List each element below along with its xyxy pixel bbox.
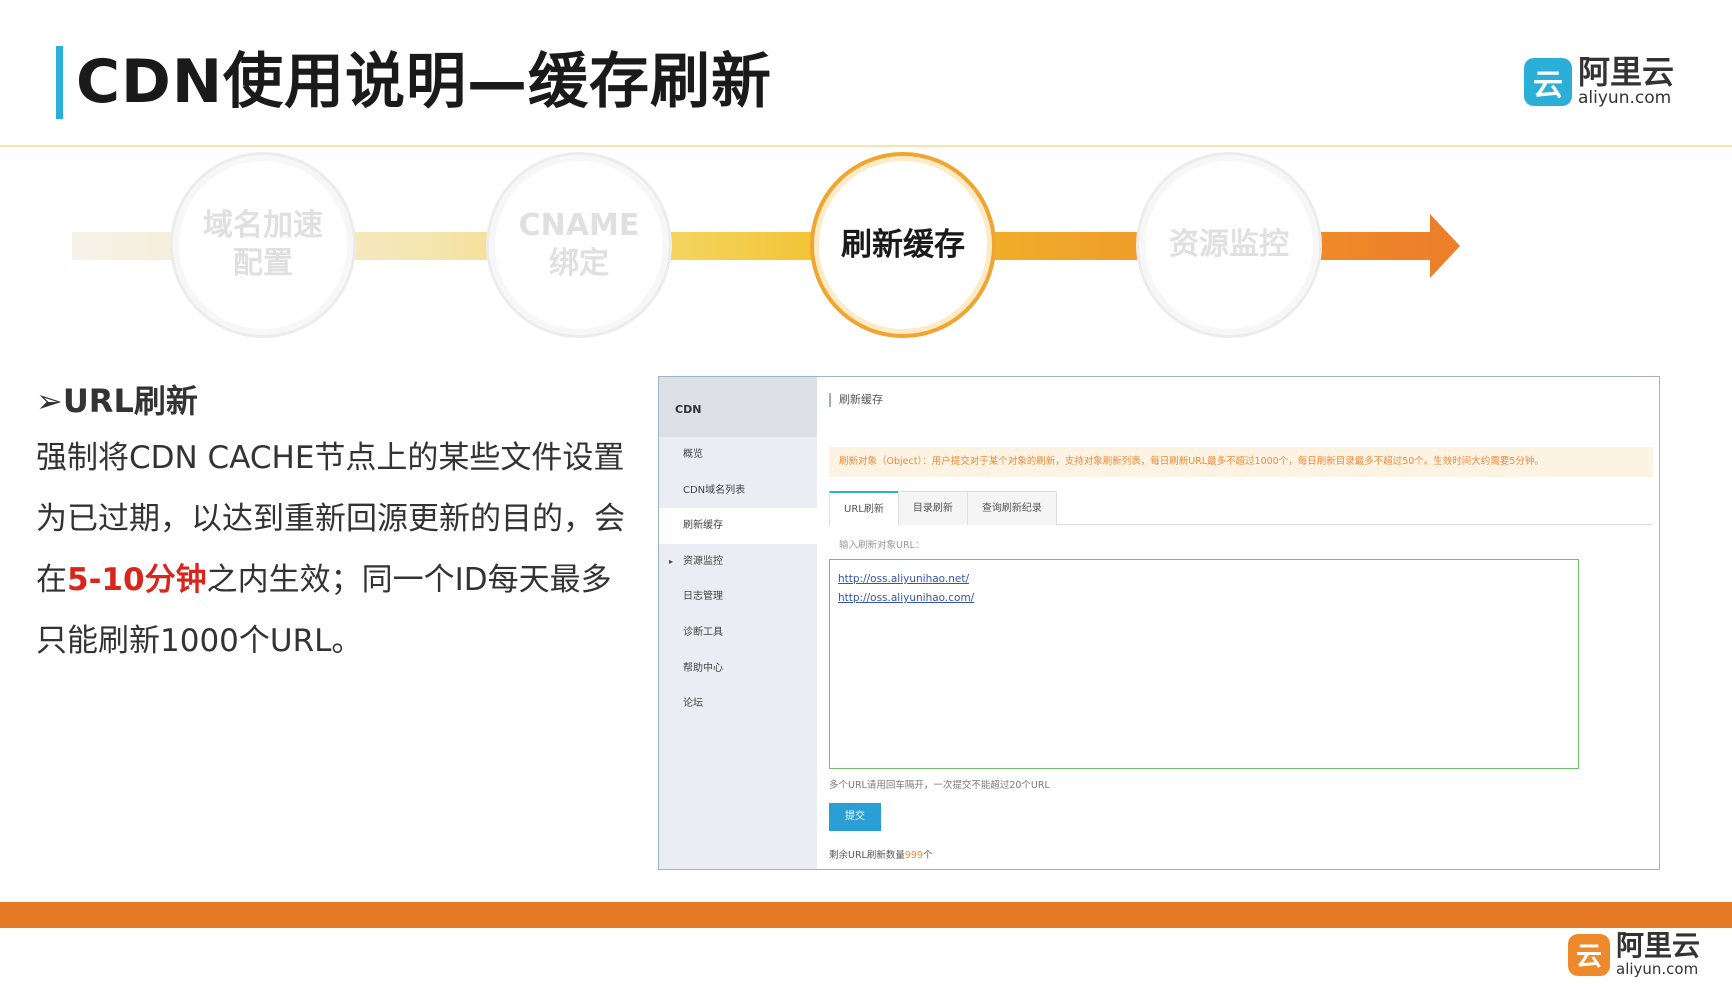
sidebar-item-label: 论坛 <box>683 698 703 710</box>
page-title: CDN使用说明—缓存刷新 <box>76 47 773 117</box>
remaining-quota: 剩余URL刷新数量999个 <box>829 847 933 861</box>
tab-bar: URL刷新 目录刷新 查询刷新纪录 <box>829 491 1653 526</box>
sidebar-item-label: 日志管理 <box>683 591 723 603</box>
aliyun-logo-icon: 云 <box>1568 933 1610 976</box>
console-sidebar: CDN 概览 CDN域名列表 刷新缓存 ▸ 资源监控 日志管理 诊断工具 帮助中心… <box>659 377 817 869</box>
url-entry: http://oss.aliyunihao.com/ <box>838 592 975 604</box>
sidebar-item-diagnostics[interactable]: 诊断工具 <box>659 615 817 651</box>
tab-url-refresh[interactable]: URL刷新 <box>829 491 899 526</box>
section-body: 强制将CDN CACHE节点上的某些文件设置为已过期，以达到重新回源更新的目的，… <box>36 428 636 672</box>
logo-text-en: aliyun.com <box>1578 88 1672 108</box>
flow-step-label: 资源监控 <box>1169 227 1289 262</box>
sidebar-item-domain-list[interactable]: CDN域名列表 <box>659 473 817 509</box>
input-hint: 多个URL请用回车隔开，一次提交不能超过20个URL <box>829 780 1050 791</box>
sidebar-item-label: 诊断工具 <box>683 626 723 638</box>
tab-refresh-history[interactable]: 查询刷新纪录 <box>966 491 1057 525</box>
flow-step-label: 域名加速配置 <box>203 208 323 281</box>
logo-text-cn: 阿里云 <box>1578 53 1675 91</box>
title-accent-bar <box>56 46 63 119</box>
sidebar-item-label: 概览 <box>683 449 703 460</box>
section-heading: ➢URL刷新 <box>36 382 198 420</box>
sidebar-item-label: CDN域名列表 <box>683 484 746 496</box>
flow-step-monitoring: 资源监控 <box>1136 152 1322 338</box>
header-divider <box>0 145 1732 147</box>
logo-text-cn: 阿里云 <box>1616 929 1701 962</box>
sidebar-item-label: 帮助中心 <box>683 662 723 674</box>
process-flow: 域名加速配置 CNAME绑定 刷新缓存 资源监控 <box>0 150 1732 340</box>
remaining-unit: 个 <box>923 850 933 861</box>
aliyun-logo: 云 阿里云 aliyun.com <box>1524 56 1674 107</box>
footer-band <box>0 902 1732 928</box>
remaining-label: 剩余URL刷新数量 <box>829 850 905 861</box>
flow-step-label: 刷新缓存 <box>841 227 965 263</box>
body-highlight: 5-10分钟 <box>67 562 207 598</box>
url-entry: http://oss.aliyunihao.net/ <box>838 573 970 585</box>
submit-button[interactable]: 提交 <box>829 803 881 831</box>
sidebar-item-forum[interactable]: 论坛 <box>659 686 817 722</box>
remaining-count: 999 <box>904 850 923 861</box>
aliyun-footer-logo: 云 阿里云 aliyun.com <box>1568 932 1700 977</box>
sidebar-title: CDN <box>659 377 817 437</box>
sidebar-item-help[interactable]: 帮助中心 <box>659 651 817 687</box>
flow-step-label: CNAME绑定 <box>518 208 640 281</box>
tab-dir-refresh[interactable]: 目录刷新 <box>897 491 968 525</box>
logo-text-en: aliyun.com <box>1616 960 1699 978</box>
sidebar-item-label: 资源监控 <box>683 555 723 567</box>
console-screenshot: CDN 概览 CDN域名列表 刷新缓存 ▸ 资源监控 日志管理 诊断工具 帮助中心… <box>658 376 1660 870</box>
url-input-label: 输入刷新对象URL： <box>839 540 925 551</box>
console-main: 刷新缓存 刷新对象（Object）：用户提交对于某个对象的刷新，支持对象刷新列表… <box>817 377 1659 869</box>
flow-step-cname: CNAME绑定 <box>486 152 672 338</box>
sidebar-item-logs[interactable]: 日志管理 <box>659 579 817 615</box>
console-page-title: 刷新缓存 <box>829 393 883 407</box>
sidebar-item-label: 刷新缓存 <box>683 520 723 532</box>
flow-step-domain-config: 域名加速配置 <box>170 152 356 338</box>
flow-step-refresh-cache: 刷新缓存 <box>810 152 996 338</box>
sidebar-item-refresh-cache[interactable]: 刷新缓存 <box>659 508 817 544</box>
aliyun-logo-icon: 云 <box>1524 57 1572 106</box>
url-textarea[interactable]: http://oss.aliyunihao.net/ http://oss.al… <box>829 559 1579 769</box>
caret-right-icon: ▸ <box>669 556 674 566</box>
flow-arrow-icon <box>1430 214 1460 278</box>
notice-banner: 刷新对象（Object）：用户提交对于某个对象的刷新，支持对象刷新列表，每日刷新… <box>829 447 1653 477</box>
sidebar-item-overview[interactable]: 概览 <box>659 437 817 473</box>
sidebar-item-monitoring[interactable]: ▸ 资源监控 <box>659 544 817 580</box>
